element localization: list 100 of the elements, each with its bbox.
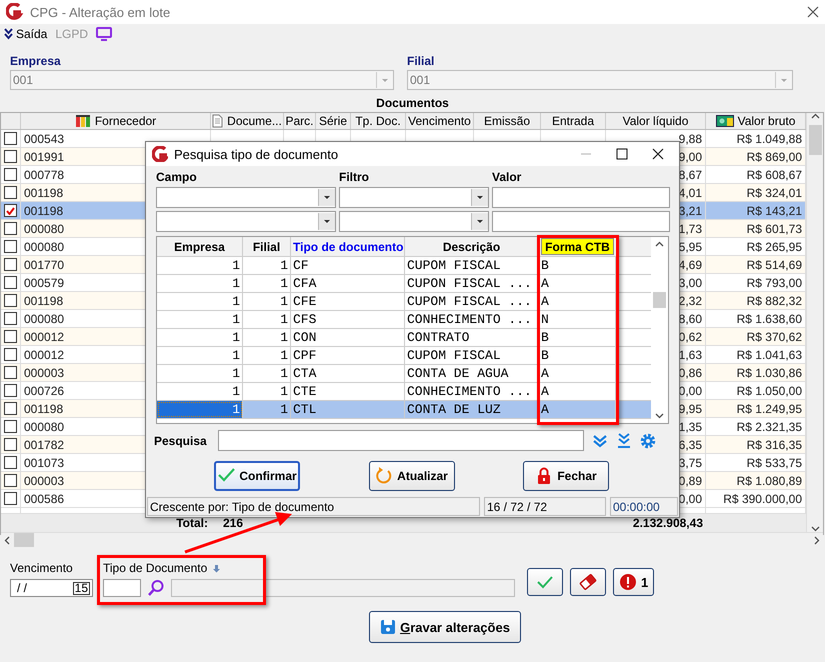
scroll-up-icon[interactable] [655, 241, 664, 247]
confirm-button[interactable]: Confirmar [214, 461, 300, 491]
combo-box[interactable]: 001 [407, 70, 793, 90]
monitor-icon[interactable] [96, 27, 112, 41]
column-header[interactable]: Série [316, 113, 351, 129]
checkbox[interactable] [4, 186, 17, 199]
table-row[interactable]: 1 1 CFE CUPOM FISCAL ... A [157, 293, 652, 311]
column-header[interactable]: Valor líquido [606, 113, 706, 129]
table-cell: R$ 514,69 [746, 258, 802, 272]
table-row[interactable]: 1 1 CTA CONTA DE AGUA A [157, 365, 652, 383]
checkbox[interactable] [4, 204, 17, 217]
table-row[interactable]: 1 1 CPF CUPOM FISCAL B [157, 347, 652, 365]
column-header[interactable]: Emissão [474, 113, 541, 129]
checkbox[interactable] [4, 402, 17, 415]
exit-button[interactable]: Saída [4, 27, 48, 41]
checkbox[interactable] [4, 366, 17, 379]
dropdown-arrow-icon[interactable] [323, 219, 331, 224]
column-header[interactable]: Descrição [405, 237, 539, 256]
table-cell: CTE [293, 384, 316, 399]
table-cell: A [541, 402, 549, 417]
checkbox[interactable] [4, 492, 17, 505]
checkbox[interactable] [4, 150, 17, 163]
table-cell: 9,95 [678, 402, 702, 416]
save-button[interactable]: Gravar alterações [369, 611, 521, 643]
table-cell: 1 [280, 294, 288, 309]
checkbox[interactable] [4, 420, 17, 433]
table-row[interactable]: 1 1 CFA CUPON FISCAL ... A [157, 275, 652, 293]
checkbox[interactable] [4, 312, 17, 325]
date-field[interactable]: / / 15 [10, 579, 93, 597]
table-row[interactable]: 1 1 CFS CONHECIMENTO ... N [157, 311, 652, 329]
input-field[interactable] [492, 211, 670, 232]
table-row[interactable]: 1 1 CTL CONTA DE LUZ A [157, 401, 652, 419]
settings-icon[interactable] [640, 432, 656, 448]
table-cell: R$ 793,00 [746, 276, 802, 290]
combo-box[interactable]: 001 [10, 70, 394, 90]
input-field[interactable] [492, 187, 670, 208]
field-label: Pesquisa [154, 434, 208, 448]
table-cell: 2,32 [678, 294, 702, 308]
refresh-button[interactable]: Atualizar [368, 461, 454, 491]
input-field[interactable] [103, 579, 141, 597]
table-cell: 001782 [24, 438, 64, 452]
checkbox[interactable] [4, 240, 17, 253]
scroll-down-icon[interactable] [810, 526, 820, 532]
table-row[interactable]: 1 1 CON CONTRATO B [157, 329, 652, 347]
search-field[interactable] [218, 430, 584, 451]
checkbox[interactable] [4, 330, 17, 343]
scroll-down-icon[interactable] [655, 413, 664, 419]
column-header[interactable]: Entrada [541, 113, 606, 129]
alert-button[interactable]: 1 [613, 568, 654, 596]
calendar-button[interactable]: 15 [72, 582, 90, 594]
checkbox[interactable] [4, 438, 17, 451]
table-cell: 001198 [24, 402, 64, 416]
table-cell: 000726 [24, 384, 64, 398]
column-header[interactable]: Filial [243, 237, 291, 256]
table-row[interactable]: 1 1 CF CUPOM FISCAL B [157, 257, 652, 275]
scroll-thumb[interactable] [808, 125, 822, 155]
checkbox[interactable] [4, 384, 17, 397]
confirm-button[interactable] [527, 568, 563, 596]
table-cell: 000080 [24, 240, 64, 254]
checkbox[interactable] [4, 132, 17, 145]
column-header[interactable]: Fornecedor [21, 113, 211, 129]
maximize-icon[interactable] [616, 148, 628, 160]
clear-button[interactable] [570, 568, 606, 596]
checkbox[interactable] [4, 168, 17, 181]
close-icon[interactable] [807, 6, 819, 18]
double-arrow-icon [4, 28, 13, 40]
dropdown-arrow-icon[interactable] [476, 195, 484, 200]
close-button[interactable]: Fechar [523, 461, 609, 491]
column-label: Série [318, 114, 347, 128]
vertical-scrollbar[interactable] [806, 113, 823, 532]
window-title: CPG - Alteração em lote [30, 4, 172, 20]
scroll-up-icon[interactable] [810, 113, 820, 119]
column-header[interactable]: Tipo de documento [291, 237, 405, 256]
dropdown-arrow-icon[interactable] [476, 219, 484, 224]
dropdown-arrow-icon[interactable] [323, 195, 331, 200]
column-header[interactable]: Forma CTB [541, 238, 614, 255]
checkbox[interactable] [4, 258, 17, 271]
scroll-left-icon[interactable] [4, 536, 10, 544]
double-chevron-icon[interactable] [592, 434, 608, 448]
checkbox[interactable] [4, 222, 17, 235]
close-icon[interactable] [652, 148, 664, 160]
scroll-thumb[interactable] [653, 292, 666, 308]
checkbox[interactable] [4, 348, 17, 361]
column-header[interactable]: Empresa [157, 237, 243, 256]
checkbox[interactable] [4, 294, 17, 307]
dialog-title: Pesquisa tipo de documento [174, 146, 340, 162]
checkbox[interactable] [4, 474, 17, 487]
download-icon[interactable] [616, 432, 632, 448]
column-label: Tp. Doc. [355, 114, 401, 128]
scroll-right-icon[interactable] [814, 536, 820, 544]
checkbox[interactable] [4, 456, 17, 469]
checkbox[interactable] [4, 276, 17, 289]
table-cell: 000080 [24, 312, 64, 326]
column-header[interactable]: Docume... [211, 113, 284, 129]
column-header[interactable]: Vencimento [406, 113, 474, 129]
column-header[interactable]: Valor bruto [706, 113, 806, 129]
scroll-thumb[interactable] [14, 533, 34, 547]
search-icon[interactable] [147, 579, 165, 597]
column-header[interactable]: Tp. Doc. [351, 113, 406, 129]
check-icon [6, 206, 15, 214]
